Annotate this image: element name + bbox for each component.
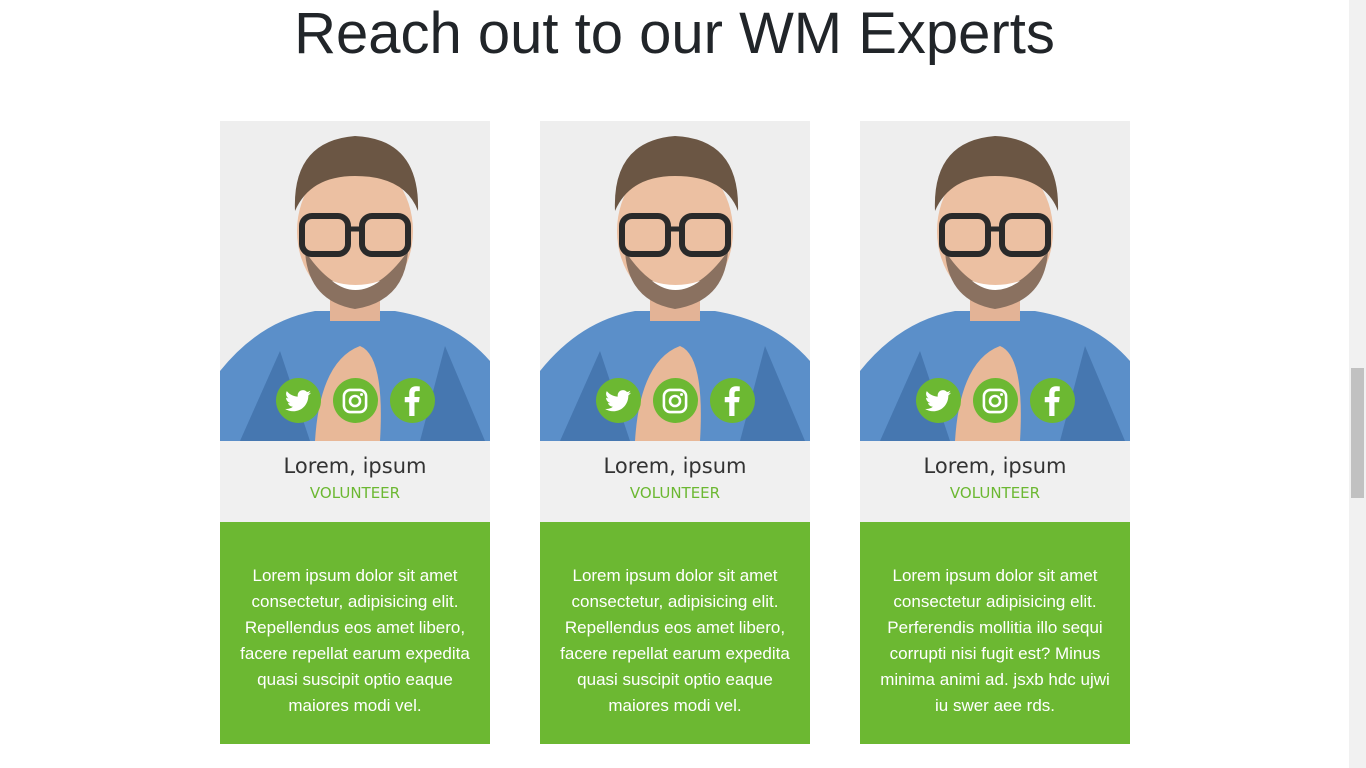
- expert-role: VOLUNTEER: [949, 484, 1041, 502]
- page: Reach out to our WM Experts Lorem, ipsum…: [0, 0, 1349, 768]
- social-links: [220, 378, 490, 423]
- expert-photo: [220, 121, 490, 441]
- instagram-icon[interactable]: [652, 378, 698, 423]
- twitter-icon[interactable]: [915, 378, 961, 423]
- expert-card: Lorem, ipsum VOLUNTEER Lorem ipsum dolor…: [860, 121, 1130, 744]
- expert-photo: [860, 121, 1130, 441]
- facebook-icon[interactable]: [709, 378, 755, 423]
- expert-card: Lorem, ipsum VOLUNTEER Lorem ipsum dolor…: [220, 121, 490, 744]
- section-heading: Reach out to our WM Experts: [294, 1, 1055, 66]
- expert-name: Lorem, ipsum: [923, 454, 1067, 478]
- twitter-icon[interactable]: [275, 378, 321, 423]
- facebook-icon[interactable]: [1029, 378, 1075, 423]
- instagram-icon[interactable]: [332, 378, 378, 423]
- expert-description: Lorem ipsum dolor sit amet consectetur, …: [220, 522, 490, 744]
- expert-info: Lorem, ipsum VOLUNTEER: [540, 441, 810, 522]
- scrollbar-thumb[interactable]: [1351, 368, 1364, 498]
- expert-name: Lorem, ipsum: [283, 454, 427, 478]
- social-links: [540, 378, 810, 423]
- twitter-icon[interactable]: [595, 378, 641, 423]
- vertical-scrollbar[interactable]: [1349, 0, 1366, 768]
- expert-role: VOLUNTEER: [629, 484, 721, 502]
- expert-card: Lorem, ipsum VOLUNTEER Lorem ipsum dolor…: [540, 121, 810, 744]
- expert-description: Lorem ipsum dolor sit amet consectetur a…: [860, 522, 1130, 744]
- facebook-icon[interactable]: [389, 378, 435, 423]
- social-links: [860, 378, 1130, 423]
- expert-info: Lorem, ipsum VOLUNTEER: [220, 441, 490, 522]
- expert-name: Lorem, ipsum: [603, 454, 747, 478]
- expert-info: Lorem, ipsum VOLUNTEER: [860, 441, 1130, 522]
- expert-description: Lorem ipsum dolor sit amet consectetur, …: [540, 522, 810, 744]
- expert-photo: [540, 121, 810, 441]
- instagram-icon[interactable]: [972, 378, 1018, 423]
- expert-role: VOLUNTEER: [309, 484, 401, 502]
